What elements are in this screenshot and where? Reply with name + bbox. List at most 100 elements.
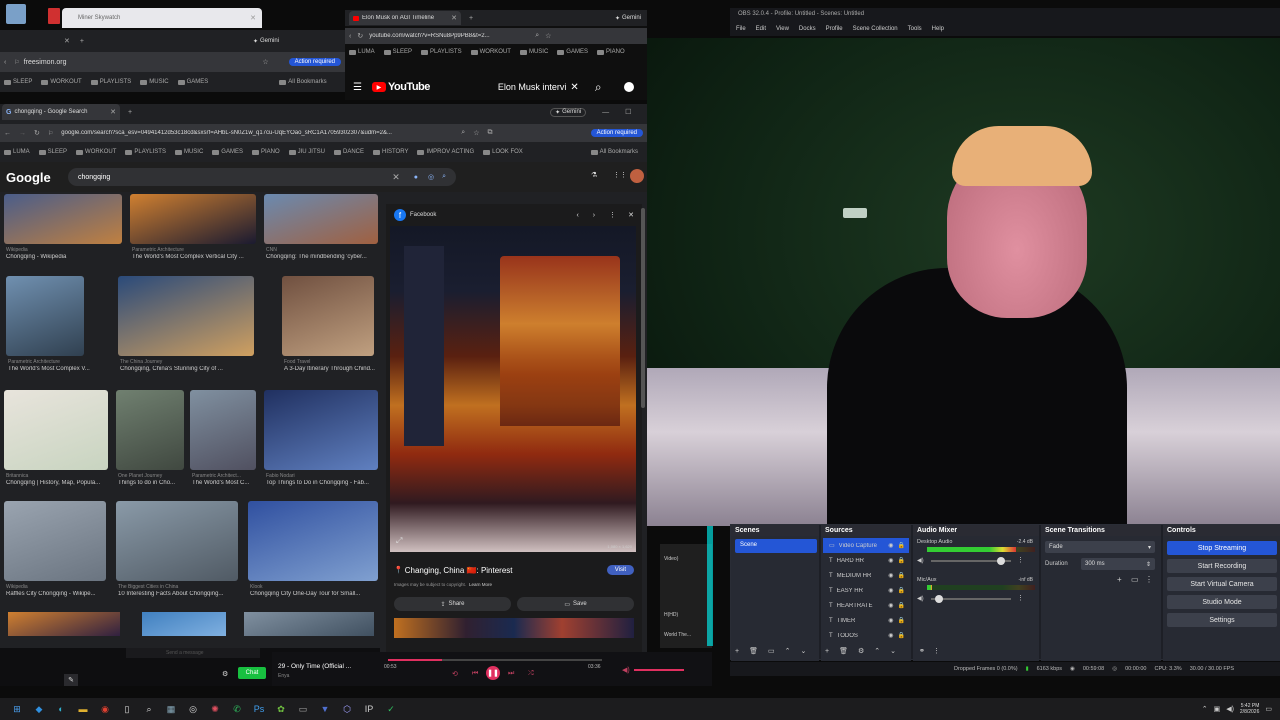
volume-icon[interactable]: ◀)	[622, 666, 630, 674]
image-result-thumbnail[interactable]	[118, 276, 254, 356]
reload-icon[interactable]: ↻	[357, 32, 363, 40]
bookmark-luma[interactable]: LUMA	[349, 49, 375, 55]
avatar[interactable]	[630, 169, 644, 183]
up-icon[interactable]: ⌃	[785, 647, 791, 655]
labs-icon[interactable]: ⚗	[591, 171, 597, 179]
terminal-icon[interactable]: ⬡	[340, 702, 354, 716]
image-result-caption[interactable]: Raffles City Chongqing - Wikipe...	[6, 591, 118, 597]
bookmark-item[interactable]: SLEEP	[38, 149, 67, 155]
previous-icon[interactable]: ⏮	[472, 670, 478, 678]
search-input[interactable]: chongqing	[78, 174, 110, 181]
bookmark-games[interactable]: GAMES	[557, 49, 588, 55]
search-input[interactable]: Elon Musk intervi	[498, 82, 567, 92]
bookmark-item[interactable]: PIANO	[251, 149, 280, 155]
vscode-icon[interactable]: ◆	[32, 702, 46, 716]
bookmark-all[interactable]: All Bookmarks	[279, 79, 327, 85]
chat-button[interactable]: Chat	[238, 667, 266, 679]
bookmark-music[interactable]: MUSIC	[519, 49, 548, 55]
side-item[interactable]: Video)	[664, 556, 678, 562]
bookmark-item[interactable]: HISTORY	[373, 149, 408, 155]
obs-menu-item[interactable]: Edit	[756, 26, 766, 32]
desktop-recycle-bin[interactable]	[6, 4, 26, 24]
search-icon[interactable]: ⌕	[442, 173, 446, 181]
image-result-thumbnail[interactable]	[190, 390, 256, 470]
speaker-icon[interactable]: ◀)	[917, 595, 924, 602]
action-required-button[interactable]: Action required	[590, 129, 643, 137]
obs-icon[interactable]: ◎	[186, 702, 200, 716]
close-icon[interactable]: ✕	[64, 37, 70, 45]
chrome-icon[interactable]: ◉	[98, 702, 112, 716]
lock-icon[interactable]: 🔒	[898, 572, 905, 579]
image-result-caption[interactable]: The World's Most Complex V...	[8, 366, 96, 372]
tab-google-search[interactable]: G chongqing - Google Search ✕	[2, 104, 120, 120]
calculator-icon[interactable]: ▦	[164, 702, 178, 716]
mic-icon[interactable]: ●	[414, 174, 418, 181]
back-icon[interactable]: ‹	[4, 59, 6, 66]
file-explorer-icon[interactable]: ▬	[76, 702, 90, 716]
preview-title[interactable]: Changing, China 🇨🇳: Pinterest	[405, 566, 513, 575]
clear-search-icon[interactable]: ✕	[392, 172, 400, 183]
volume-slider[interactable]	[931, 557, 1011, 565]
address-bar[interactable]: youtube.com/watch?v=RSNu8Pp9PB8&t=2...	[369, 33, 529, 39]
bookmark-sleep[interactable]: SLEEP	[4, 79, 32, 85]
settings-icon[interactable]: ⚙	[222, 670, 228, 678]
windows-start-icon[interactable]: ⊞	[10, 702, 24, 716]
obs-menu-item[interactable]: Help	[932, 26, 944, 32]
remove-transition-icon[interactable]: ▭	[1131, 575, 1139, 584]
clock-date[interactable]: 2/8/2026	[1240, 709, 1259, 715]
image-result-thumbnail[interactable]	[264, 194, 378, 244]
zoom-icon[interactable]: ⌕	[535, 32, 539, 40]
expand-icon[interactable]: ⤢	[396, 536, 402, 546]
address-bar[interactable]: freesimon.org	[24, 59, 67, 66]
bookmark-workout[interactable]: WORKOUT	[41, 79, 82, 85]
tray-chevron-icon[interactable]: ⌃	[1202, 705, 1208, 713]
close-preview-icon[interactable]: ✕	[628, 211, 634, 219]
image-result-thumbnail[interactable]	[6, 276, 84, 356]
bookmark-item[interactable]: DANCE	[333, 149, 364, 155]
bookmark-workout[interactable]: WORKOUT	[470, 49, 511, 55]
visibility-eye-icon[interactable]: ◉	[888, 632, 893, 639]
text-editor-icon[interactable]: IP	[362, 702, 376, 716]
bookmark-item[interactable]: PLAYLISTS	[125, 149, 166, 155]
app-icon[interactable]: ✿	[274, 702, 288, 716]
share-button[interactable]: ⇪ Share	[394, 597, 511, 611]
back-icon[interactable]: ‹	[349, 33, 351, 40]
search-box[interactable]: chongqing ✕ ● ◎ ⌕	[68, 168, 456, 186]
source-item[interactable]: T TIMER ◉ 🔒	[823, 613, 909, 628]
green-app-icon[interactable]: ✓	[384, 702, 398, 716]
image-result-caption[interactable]: Top Things to Do in Chongqing - Fab...	[266, 480, 390, 486]
down-icon[interactable]: ⌄	[890, 647, 896, 655]
image-result-thumbnail[interactable]	[244, 612, 374, 636]
image-result-caption[interactable]: Chongqing City One-Day Tour for Small...	[250, 591, 390, 597]
control-button[interactable]: Settings	[1167, 613, 1277, 627]
volume-knob[interactable]	[935, 595, 943, 603]
image-result-thumbnail[interactable]	[4, 194, 122, 244]
monitor-icon[interactable]: ▭	[296, 702, 310, 716]
image-result-caption[interactable]: Things to do in Cho...	[118, 480, 196, 486]
scene-item[interactable]: Scene	[735, 539, 817, 553]
bookmark-item[interactable]: WORKOUT	[76, 149, 116, 155]
transition-menu-icon[interactable]: ⋮	[1145, 575, 1153, 584]
edge-icon[interactable]: ◐	[54, 702, 68, 716]
image-result-thumbnail[interactable]	[8, 612, 120, 636]
star-icon[interactable]: ☆	[262, 58, 268, 66]
scrollbar[interactable]	[641, 208, 645, 408]
new-tab-icon[interactable]: +	[128, 109, 132, 116]
lock-icon[interactable]: 🔒	[898, 587, 905, 594]
search-icon[interactable]: ⌕	[595, 80, 602, 95]
control-button[interactable]: Stop Streaming	[1167, 541, 1277, 555]
save-button[interactable]: ▭ Save	[517, 597, 634, 611]
filter-icon[interactable]: ▭	[768, 647, 775, 655]
add-scene-icon[interactable]: +	[735, 648, 739, 655]
gemini-button[interactable]: ✦ Gemini	[253, 38, 279, 45]
side-item[interactable]: H(HD)	[664, 612, 678, 618]
source-item[interactable]: T EASY HR ◉ 🔒	[823, 583, 909, 598]
volume-slider[interactable]	[634, 669, 684, 671]
link-icon[interactable]: ⚭	[919, 647, 925, 655]
visibility-eye-icon[interactable]: ◉	[888, 557, 893, 564]
source-item[interactable]: T MEDIUM HR ◉ 🔒	[823, 568, 909, 583]
preview-image[interactable]: 1,080 × 1,620 ⤢	[390, 226, 636, 552]
side-item[interactable]: World The...	[664, 632, 691, 638]
image-result-caption[interactable]: Chongqing, China's Stunning City of ...	[120, 366, 266, 372]
lock-icon[interactable]: 🔒	[898, 542, 905, 549]
